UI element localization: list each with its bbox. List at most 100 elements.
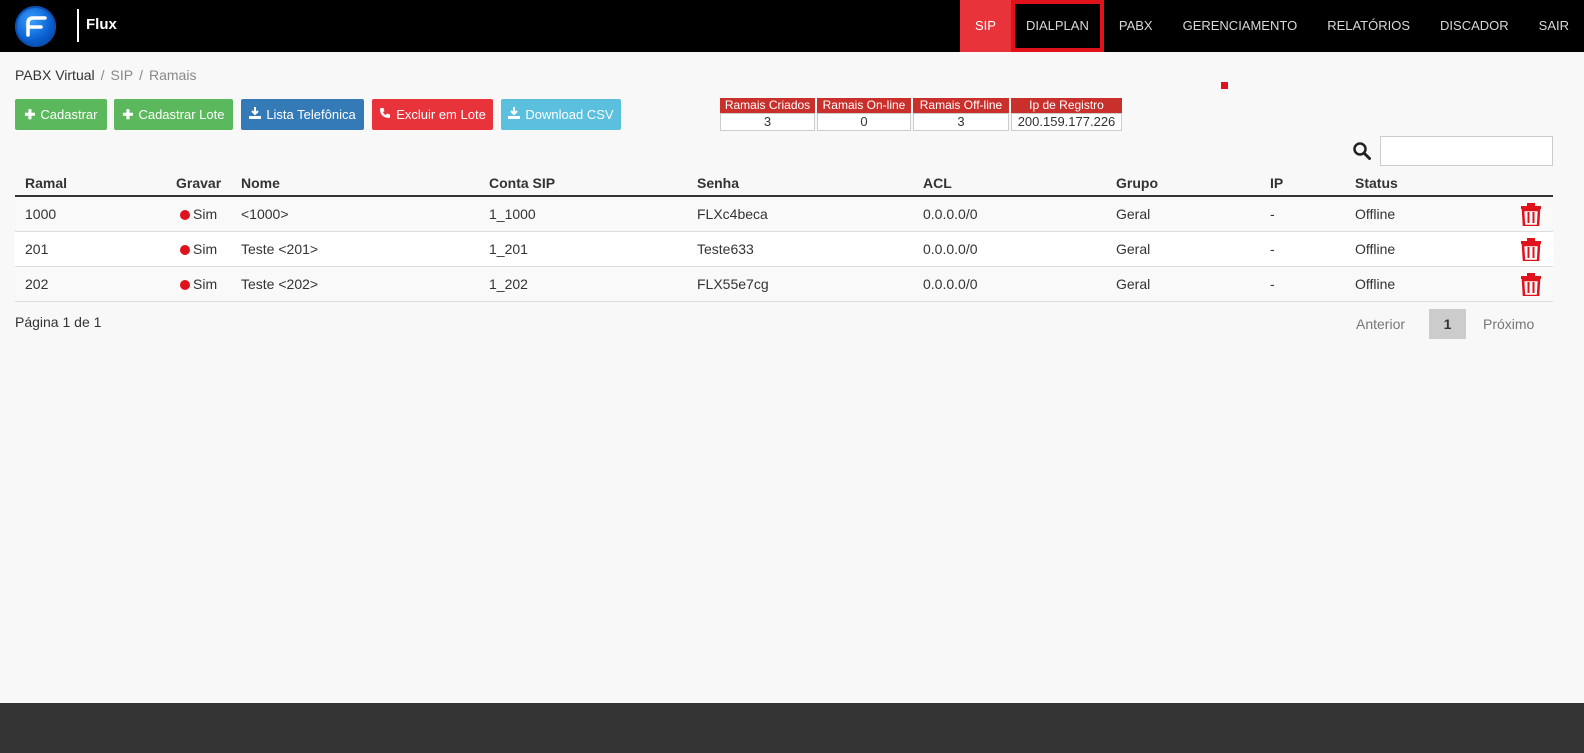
table-row[interactable]: 201 Sim Teste <201> 1_201 Teste633 0.0.0… <box>15 232 1553 267</box>
col-senha[interactable]: Senha <box>697 175 739 191</box>
cell-gravar: Sim <box>180 206 217 222</box>
nav-dialplan[interactable]: DIALPLAN <box>1011 0 1104 52</box>
cell-grupo: Geral <box>1116 276 1151 292</box>
brand-divider <box>77 9 79 42</box>
table-row[interactable]: 202 Sim Teste <202> 1_202 FLX55e7cg 0.0.… <box>15 267 1553 302</box>
cell-senha: FLX55e7cg <box>697 276 769 292</box>
cadastrar-lote-label: Cadastrar Lote <box>138 107 225 122</box>
stat-label: Ramais Criados <box>720 98 815 113</box>
cadastrar-label: Cadastrar <box>40 107 98 122</box>
download-csv-button[interactable]: Download CSV <box>501 99 621 130</box>
col-grupo[interactable]: Grupo <box>1116 175 1158 191</box>
download-csv-label: Download CSV <box>525 107 614 122</box>
cell-conta-sip: 1_201 <box>489 241 528 257</box>
phone-icon <box>379 107 391 122</box>
stat-value: 200.159.177.226 <box>1011 113 1122 131</box>
page-footer <box>0 703 1584 753</box>
breadcrumb-sip[interactable]: SIP <box>111 67 134 83</box>
cadastrar-lote-button[interactable]: ✚ Cadastrar Lote <box>114 99 233 130</box>
breadcrumb-separator: / <box>100 67 105 83</box>
brand-name[interactable]: Flux <box>86 16 117 33</box>
cell-grupo: Geral <box>1116 206 1151 222</box>
cell-nome: Teste <202> <box>241 276 319 292</box>
nav-discador[interactable]: DISCADOR <box>1425 0 1524 52</box>
gravar-value: Sim <box>193 206 218 222</box>
excluir-lote-label: Excluir em Lote <box>396 107 486 122</box>
cell-status: Offline <box>1355 206 1396 222</box>
pager-current-page[interactable]: 1 <box>1429 309 1466 339</box>
cell-conta-sip: 1_1000 <box>489 206 536 222</box>
cell-nome: Teste <201> <box>241 241 319 257</box>
nav-pabx[interactable]: PABX <box>1104 0 1168 52</box>
pager-next[interactable]: Próximo <box>1483 309 1534 339</box>
cell-conta-sip: 1_202 <box>489 276 528 292</box>
stat-ramais-offline: Ramais Off-line 3 <box>913 98 1009 132</box>
red-marker <box>1221 82 1228 89</box>
lista-telefonica-button[interactable]: Lista Telefônica <box>241 99 364 130</box>
stat-ramais-criados: Ramais Criados 3 <box>720 98 815 132</box>
page-info: Página 1 de 1 <box>15 314 102 330</box>
table-body: 1000 Sim <1000> 1_1000 FLXc4beca 0.0.0.0… <box>15 197 1553 302</box>
download-icon <box>508 107 521 122</box>
nav-gerenciamento[interactable]: GERENCIAMENTO <box>1168 0 1313 52</box>
stat-ip-registro: Ip de Registro 200.159.177.226 <box>1011 98 1122 132</box>
top-navbar: Flux SIP DIALPLAN PABX GERENCIAMENTO REL… <box>0 0 1584 52</box>
cell-ip: - <box>1270 206 1275 222</box>
record-dot-icon <box>180 245 190 255</box>
cell-status: Offline <box>1355 276 1396 292</box>
stat-label: Ramais Off-line <box>913 98 1009 113</box>
gravar-value: Sim <box>193 276 218 292</box>
breadcrumb: PABX Virtual / SIP / Ramais <box>15 67 196 83</box>
table-header: Ramal Gravar Nome Conta SIP Senha ACL Gr… <box>15 170 1553 197</box>
cell-acl: 0.0.0.0/0 <box>923 241 978 257</box>
breadcrumb-separator: / <box>139 67 143 83</box>
gravar-value: Sim <box>193 241 218 257</box>
search-input[interactable] <box>1380 136 1553 166</box>
stat-label: Ip de Registro <box>1011 98 1122 113</box>
trash-icon[interactable] <box>1521 203 1541 231</box>
record-dot-icon <box>180 210 190 220</box>
cadastrar-button[interactable]: ✚ Cadastrar <box>15 99 107 130</box>
stat-value: 3 <box>913 113 1009 131</box>
plus-icon: ✚ <box>122 106 134 122</box>
col-gravar[interactable]: Gravar <box>176 175 221 191</box>
cell-gravar: Sim <box>180 241 217 257</box>
col-acl[interactable]: ACL <box>923 175 952 191</box>
nav-sip[interactable]: SIP <box>960 0 1011 52</box>
cell-senha: FLXc4beca <box>697 206 768 222</box>
stat-ramais-online: Ramais On-line 0 <box>817 98 911 132</box>
nav-sair[interactable]: SAIR <box>1524 0 1584 52</box>
col-ramal[interactable]: Ramal <box>25 175 67 191</box>
table-row[interactable]: 1000 Sim <1000> 1_1000 FLXc4beca 0.0.0.0… <box>15 197 1553 232</box>
breadcrumb-pabx-virtual[interactable]: PABX Virtual <box>15 67 95 83</box>
ramais-table: Ramal Gravar Nome Conta SIP Senha ACL Gr… <box>15 170 1553 302</box>
stat-value: 3 <box>720 113 815 131</box>
cell-ramal: 1000 <box>25 206 57 222</box>
nav-relatorios[interactable]: RELATÓRIOS <box>1312 0 1425 52</box>
col-status[interactable]: Status <box>1355 175 1398 191</box>
breadcrumb-ramais: Ramais <box>149 67 197 83</box>
trash-icon[interactable] <box>1521 238 1541 266</box>
flux-logo[interactable] <box>15 6 56 47</box>
excluir-lote-button[interactable]: Excluir em Lote <box>372 99 493 130</box>
pager-previous[interactable]: Anterior <box>1356 309 1405 339</box>
cell-senha: Teste633 <box>697 241 754 257</box>
main-nav: SIP DIALPLAN PABX GERENCIAMENTO RELATÓRI… <box>960 0 1584 52</box>
cell-status: Offline <box>1355 241 1396 257</box>
col-nome[interactable]: Nome <box>241 175 280 191</box>
col-ip[interactable]: IP <box>1270 175 1283 191</box>
cell-ramal: 202 <box>25 276 49 292</box>
cell-ramal: 201 <box>25 241 49 257</box>
cell-acl: 0.0.0.0/0 <box>923 276 978 292</box>
col-conta-sip[interactable]: Conta SIP <box>489 175 555 191</box>
search-icon[interactable] <box>1353 142 1371 165</box>
cell-ip: - <box>1270 241 1275 257</box>
stat-label: Ramais On-line <box>817 98 911 113</box>
stat-value: 0 <box>817 113 911 131</box>
record-dot-icon <box>180 280 190 290</box>
plus-icon: ✚ <box>24 106 36 122</box>
cell-grupo: Geral <box>1116 241 1151 257</box>
cell-gravar: Sim <box>180 276 217 292</box>
cell-nome: <1000> <box>241 206 289 222</box>
trash-icon[interactable] <box>1521 273 1541 301</box>
